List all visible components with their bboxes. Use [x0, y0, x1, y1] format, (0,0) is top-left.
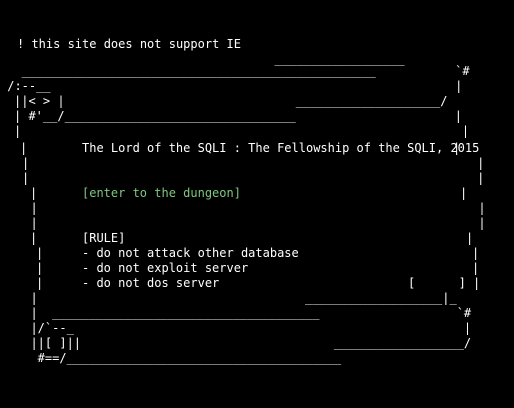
scroll-border-side-1: | |: [14, 124, 470, 138]
scroll-side-left-link: |: [30, 186, 38, 200]
rule-item: - do not attack other database: [82, 246, 299, 260]
scroll-side-left-title: |: [20, 141, 28, 155]
scroll-border-top-5: | #'__/________________________________ …: [14, 109, 462, 123]
scroll-border-bottom-5: #==/____________________________________…: [16, 351, 342, 365]
page-title: The Lord of the SQLI : The Fellowship of…: [82, 141, 480, 155]
scroll-border-side-4: | |: [16, 201, 486, 215]
scroll-border-top-4: ||< > | ____________________/: [14, 94, 448, 108]
rule-item: - do not dos server: [82, 276, 220, 290]
rule-item: - do not exploit server: [82, 261, 249, 275]
scroll-side-left-rule2: |: [36, 261, 44, 275]
scroll-side-right-rule2: |: [472, 261, 480, 275]
scroll-border-top-3: /:--__ |: [0, 79, 463, 93]
scroll-border-side-3: | |: [22, 171, 485, 185]
scroll-side-left-rule: |: [30, 231, 38, 245]
scroll-side-left-rule1: |: [36, 246, 44, 260]
scroll-side-left-rule3: |: [36, 276, 44, 290]
scroll-side-right-rule1: |: [472, 246, 480, 260]
scroll-border-side-5: | |: [16, 216, 486, 230]
scroll-border-side-2: | |: [22, 156, 485, 170]
scroll-border-bottom-2: | _____________________________________ …: [16, 306, 472, 320]
scroll-side-right-link: |: [460, 186, 468, 200]
scroll-border-top-2: ________________________________________…: [0, 64, 470, 78]
scroll-border-bottom-4: ||[ ]|| __________________/: [16, 336, 472, 350]
rule-heading: [RULE]: [82, 231, 126, 245]
scroll-border-bottom-3: |/`--_ |: [16, 321, 472, 335]
scroll-border-bottom-1: | ___________________|_: [16, 291, 457, 305]
scroll-bracket: [ ] |: [408, 276, 481, 290]
scroll-side-right-title: |: [453, 141, 461, 155]
scroll-side-right-rule: |: [466, 231, 474, 245]
enter-dungeon-link[interactable]: [enter to the dungeon]: [82, 186, 241, 201]
ie-warning: ! this site does not support IE: [17, 37, 241, 51]
